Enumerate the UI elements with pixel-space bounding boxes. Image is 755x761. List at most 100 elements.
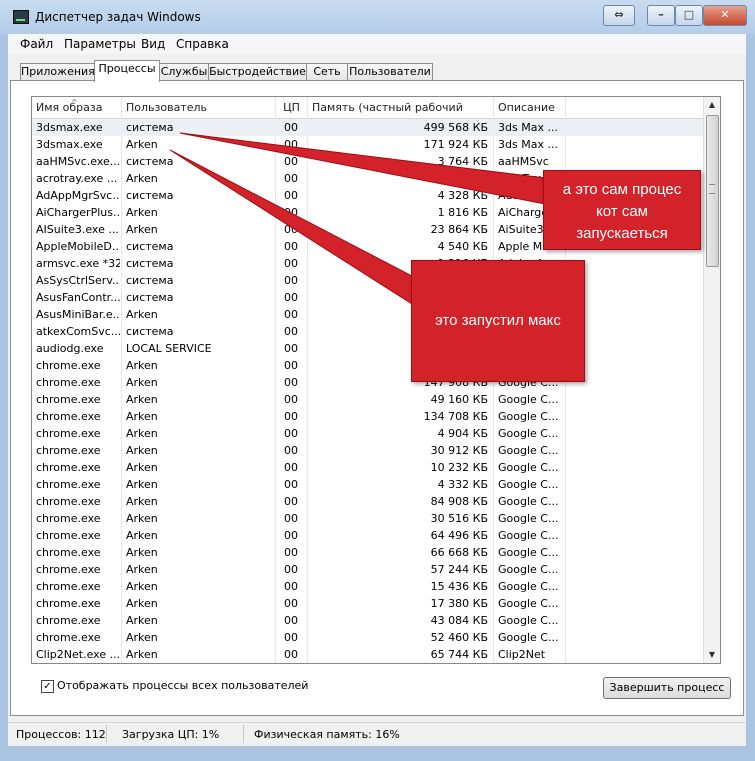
user-cell: Arken xyxy=(126,614,158,627)
cpu-cell: 00 xyxy=(284,648,298,661)
column-header-description[interactable]: Описание xyxy=(494,97,566,118)
user-cell: система xyxy=(126,274,174,287)
user-cell: Arken xyxy=(126,376,158,389)
user-cell: система xyxy=(126,240,174,253)
user-cell: Arken xyxy=(126,172,158,185)
table-row[interactable]: chrome.exe Arken 00 64 496 КБ Google C... xyxy=(32,527,704,544)
cpu-cell: 00 xyxy=(284,444,298,457)
maximize-button[interactable]: □ xyxy=(675,5,703,26)
table-row[interactable]: chrome.exe Arken 00 84 908 КБ Google C... xyxy=(32,493,704,510)
cpu-cell: 00 xyxy=(284,410,298,423)
column-header-memory[interactable]: Память (частный рабочий набор) xyxy=(308,97,494,136)
cpu-cell: 00 xyxy=(284,172,298,185)
tab-performance[interactable]: Быстродействие xyxy=(208,63,307,81)
image-name-cell: chrome.exe xyxy=(36,631,101,644)
user-cell: Arken xyxy=(126,138,158,151)
menu-file[interactable]: Файл xyxy=(20,37,53,51)
cpu-cell: 00 xyxy=(284,308,298,321)
image-name-cell: chrome.exe xyxy=(36,461,101,474)
description-cell: aaHMSvc xyxy=(498,155,549,168)
memory-cell: 30 516 КБ xyxy=(430,512,488,525)
tab-applications[interactable]: Приложения xyxy=(20,63,95,81)
cpu-cell: 00 xyxy=(284,376,298,389)
vertical-scrollbar[interactable]: ▲ ▼ xyxy=(703,97,720,663)
cpu-cell: 00 xyxy=(284,597,298,610)
table-row[interactable]: chrome.exe Arken 00 15 436 КБ Google C... xyxy=(32,578,704,595)
table-row[interactable]: 3dsmax.exe система 00 499 568 КБ 3ds Max ... xyxy=(32,119,704,136)
memory-cell: 171 924 КБ xyxy=(423,138,488,151)
table-row[interactable]: atkexComSvc....система006 920 КБatkexCom… xyxy=(32,323,704,340)
table-row[interactable]: chrome.exe Arken 00 30 516 КБ Google C... xyxy=(32,510,704,527)
image-name-cell: chrome.exe xyxy=(36,614,101,627)
user-cell: Arken xyxy=(126,359,158,372)
end-process-button[interactable]: Завершить процесс xyxy=(603,677,731,699)
cpu-cell: 00 xyxy=(284,614,298,627)
table-row[interactable]: chrome.exeArken0030 960 КБGoogle C... xyxy=(32,357,704,374)
memory-cell: 10 232 КБ xyxy=(430,461,488,474)
description-cell: 3ds Max ... xyxy=(498,138,558,151)
table-row[interactable]: audiodg.exeLOCAL SERVICE0011 108 КБИзоля… xyxy=(32,340,704,357)
cpu-cell: 00 xyxy=(284,189,298,202)
scroll-thumb[interactable] xyxy=(706,115,719,267)
user-cell: Arken xyxy=(126,580,158,593)
user-cell: Arken xyxy=(126,478,158,491)
column-header-user[interactable]: Пользователь xyxy=(122,97,276,118)
scroll-up-icon[interactable]: ▲ xyxy=(704,97,720,113)
description-cell: Google C... xyxy=(498,546,559,559)
tab-services[interactable]: Службы xyxy=(159,63,209,81)
table-row[interactable]: AsusFanContr...система003 860 КБASUS Mot… xyxy=(32,289,704,306)
user-cell: система xyxy=(126,291,174,304)
table-row[interactable]: Clip2Net.exe ... Arken 00 65 744 КБ Clip2Net xyxy=(32,646,704,663)
close-button[interactable]: ✕ xyxy=(703,5,747,26)
table-row[interactable]: chrome.exe Arken 00 10 232 КБ Google C... xyxy=(32,459,704,476)
title-bar[interactable]: Диспетчер задач Windows ⇔ – □ ✕ xyxy=(0,0,755,34)
memory-cell: 2 552 КБ xyxy=(437,172,488,185)
restore-icon[interactable]: ⇔ xyxy=(603,5,635,26)
cpu-cell: 00 xyxy=(284,223,298,236)
column-header-image-name[interactable]: ^ Имя образа xyxy=(32,97,122,118)
table-row[interactable]: AsSysCtrlServ...система001 164 КБASUS Sy… xyxy=(32,272,704,289)
memory-cell: 499 568 КБ xyxy=(423,121,488,134)
cpu-cell: 00 xyxy=(284,478,298,491)
menu-help[interactable]: Справка xyxy=(176,37,229,51)
menu-view[interactable]: Вид xyxy=(141,37,165,51)
task-manager-window: Диспетчер задач Windows ⇔ – □ ✕ Файл Пар… xyxy=(0,0,755,761)
user-cell: Arken xyxy=(126,444,158,457)
table-row[interactable]: chrome.exe Arken 00 147 908 КБ Google C... xyxy=(32,374,704,391)
cpu-cell: 00 xyxy=(284,512,298,525)
table-row[interactable]: chrome.exe Arken 00 30 912 КБ Google C... xyxy=(32,442,704,459)
memory-cell: 4 332 КБ xyxy=(437,478,488,491)
menu-options[interactable]: Параметры xyxy=(64,37,136,51)
tab-networking[interactable]: Сеть xyxy=(306,63,348,81)
show-all-users-checkbox[interactable]: ✓ xyxy=(41,680,54,693)
cpu-cell: 00 xyxy=(284,138,298,151)
cpu-cell: 00 xyxy=(284,546,298,559)
minimize-button[interactable]: – xyxy=(647,5,675,26)
description-cell: 3ds Max ... xyxy=(498,121,558,134)
table-row[interactable]: 3dsmax.exe Arken 00 171 924 КБ 3ds Max ... xyxy=(32,136,704,153)
table-row[interactable]: chrome.exe Arken 00 52 460 КБ Google C... xyxy=(32,629,704,646)
table-row[interactable]: AsusMiniBar.e...Arken001 936 КБAsusMiniB… xyxy=(32,306,704,323)
annotation-callout-max: это запустил макс xyxy=(411,260,585,382)
table-row[interactable]: chrome.exe Arken 00 57 244 КБ Google C... xyxy=(32,561,704,578)
table-row[interactable]: chrome.exe Arken 00 43 084 КБ Google C... xyxy=(32,612,704,629)
table-row[interactable]: chrome.exe Arken 00 4 332 КБ Google C... xyxy=(32,476,704,493)
tab-users[interactable]: Пользователи xyxy=(347,63,433,81)
memory-cell: 4 904 КБ xyxy=(437,427,488,440)
table-row[interactable]: chrome.exe Arken 00 134 708 КБ Google C... xyxy=(32,408,704,425)
image-name-cell: AiChargerPlus... xyxy=(36,206,120,219)
table-row[interactable]: chrome.exe Arken 00 49 160 КБ Google C... xyxy=(32,391,704,408)
table-row[interactable]: armsvc.exe *32система001 216 КБAdobe Ac.… xyxy=(32,255,704,272)
memory-cell: 3 764 КБ xyxy=(437,155,488,168)
table-row[interactable]: chrome.exe Arken 00 4 904 КБ Google C... xyxy=(32,425,704,442)
column-header-cpu[interactable]: ЦП xyxy=(276,97,308,118)
memory-cell: 4 540 КБ xyxy=(437,240,488,253)
image-name-cell: chrome.exe xyxy=(36,495,101,508)
user-cell: Arken xyxy=(126,461,158,474)
tab-processes[interactable]: Процессы xyxy=(94,60,160,82)
table-row[interactable]: chrome.exe Arken 00 17 380 КБ Google C... xyxy=(32,595,704,612)
table-row[interactable]: aaHMSvc.exe... система 00 3 764 КБ aaHMSvc xyxy=(32,153,704,170)
table-row[interactable]: chrome.exe Arken 00 66 668 КБ Google C... xyxy=(32,544,704,561)
cpu-cell: 00 xyxy=(284,291,298,304)
scroll-down-icon[interactable]: ▼ xyxy=(704,647,720,663)
